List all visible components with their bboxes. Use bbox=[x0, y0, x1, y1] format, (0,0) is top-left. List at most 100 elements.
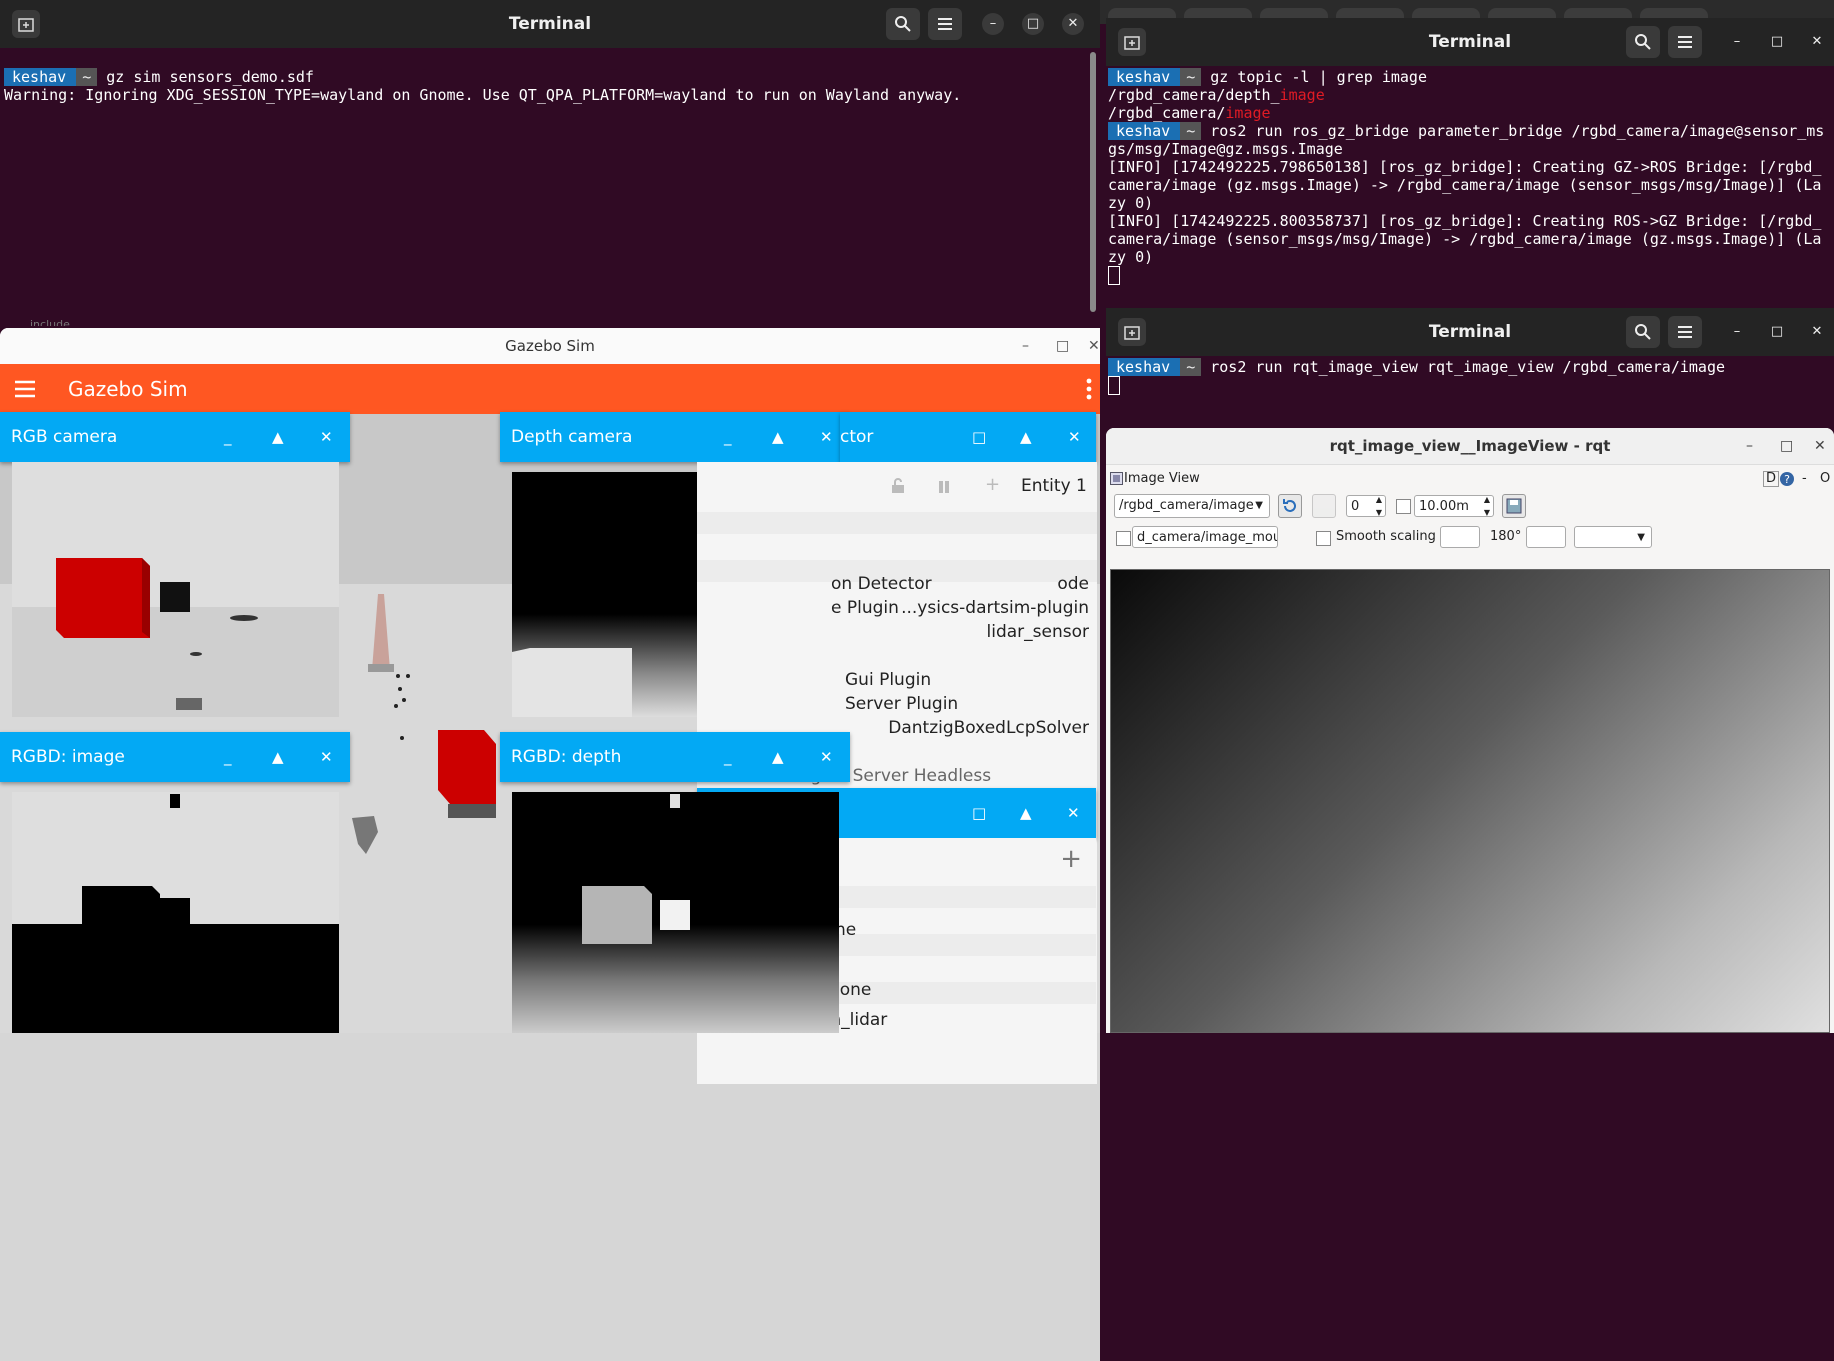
gazebo-appbar: Gazebo Sim bbox=[0, 364, 1100, 414]
command-text: ros2 run rqt_image_view rqt_image_view /… bbox=[1201, 358, 1726, 376]
panel-close-button[interactable]: ✕ bbox=[1068, 412, 1081, 462]
menu-button[interactable] bbox=[1668, 316, 1702, 348]
scrollbar[interactable] bbox=[1090, 52, 1096, 312]
maximize-button[interactable]: □ bbox=[1022, 13, 1044, 35]
dock-button[interactable]: D bbox=[1763, 471, 1780, 487]
panel-collapse-button[interactable]: ▲ bbox=[772, 732, 784, 782]
panel-rgbd-image[interactable]: RGBD: image _ ▲ ✕ bbox=[0, 732, 350, 782]
panel-maximize-button[interactable]: □ bbox=[972, 412, 986, 462]
help-icon[interactable]: ? bbox=[1779, 471, 1795, 487]
search-button[interactable] bbox=[1626, 26, 1660, 58]
panel-rgbd-depth[interactable]: RGBD: depth _ ▲ ✕ bbox=[500, 732, 850, 782]
panel-inspector[interactable]: ctor □ ▲ ✕ bbox=[840, 412, 1096, 462]
pause-icon[interactable] bbox=[937, 480, 951, 494]
panel-close-button[interactable]: ✕ bbox=[1067, 788, 1080, 838]
maximize-button[interactable]: □ bbox=[1780, 428, 1793, 464]
rgbd-depth-view bbox=[512, 792, 839, 1033]
chevron-down-icon: ▼ bbox=[1637, 532, 1645, 543]
terminal-title: Terminal bbox=[1428, 32, 1512, 52]
panel-minimize-button[interactable]: _ bbox=[724, 412, 732, 462]
panel-maximize-button[interactable]: □ bbox=[972, 788, 986, 838]
close-button[interactable]: ✕ bbox=[1088, 328, 1100, 364]
terminal-window-3[interactable]: Terminal – □ ✕ keshav ~ ros2 run rqt_imag… bbox=[1106, 308, 1834, 428]
mouse-topic-input[interactable]: d_camera/image_mouse_left bbox=[1132, 526, 1278, 548]
lock-icon[interactable] bbox=[891, 478, 905, 494]
panel-minimize-button[interactable]: _ bbox=[224, 412, 232, 462]
panel-title: ctor bbox=[840, 427, 874, 447]
info-line: [INFO] [1742492225.798650138] [ros_gz_br… bbox=[1108, 158, 1822, 212]
maximize-button[interactable]: □ bbox=[1056, 328, 1069, 364]
close-button[interactable]: ✕ bbox=[1062, 13, 1084, 35]
svg-text:?: ? bbox=[1784, 473, 1790, 486]
peek-text: include bbox=[30, 318, 70, 326]
minimize-button[interactable]: – bbox=[1022, 328, 1029, 364]
hamburger-icon bbox=[938, 18, 952, 30]
panel-close-button[interactable]: ✕ bbox=[320, 412, 333, 462]
refresh-button[interactable] bbox=[1278, 494, 1302, 518]
terminal-titlebar: Terminal – □ ✕ bbox=[0, 0, 1100, 48]
prompt-user: keshav bbox=[1108, 68, 1181, 86]
close-button[interactable]: ✕ bbox=[1806, 321, 1828, 343]
panel-collapse-button[interactable]: ▲ bbox=[772, 412, 784, 462]
panel-collapse-button[interactable]: ▲ bbox=[1020, 788, 1032, 838]
add-icon[interactable]: + bbox=[985, 474, 1000, 495]
rotate-right-button[interactable] bbox=[1526, 526, 1566, 548]
panel-rgb-camera[interactable]: RGB camera _ ▲ ✕ bbox=[0, 412, 350, 462]
add-entity-icon[interactable]: + bbox=[1060, 844, 1082, 874]
image-display[interactable] bbox=[1110, 569, 1830, 1033]
color-scheme-select[interactable]: ▼ bbox=[1574, 526, 1652, 548]
search-button[interactable] bbox=[1626, 316, 1660, 348]
text-cursor bbox=[1108, 376, 1120, 395]
command-text: gz topic -l | grep image bbox=[1201, 68, 1427, 86]
prompt-user: keshav bbox=[1108, 358, 1181, 376]
topic-select[interactable]: /rgbd_camera/image ▼ bbox=[1114, 494, 1270, 518]
terminal-window-1[interactable]: Terminal – □ ✕ keshav ~ gz sim sensors_de… bbox=[0, 0, 1100, 326]
inspector-row: lidar_sensor bbox=[986, 622, 1089, 642]
zoom-1-button[interactable] bbox=[1312, 494, 1336, 518]
panel-minimize-button[interactable]: _ bbox=[724, 732, 732, 782]
search-icon bbox=[1635, 324, 1651, 340]
panel-collapse-button[interactable]: ▲ bbox=[272, 732, 284, 782]
minimize-button[interactable]: – bbox=[1746, 428, 1753, 464]
close-button[interactable]: ✕ bbox=[1814, 428, 1826, 464]
panel-close-button[interactable]: ✕ bbox=[820, 732, 833, 782]
panel-close-button[interactable]: ✕ bbox=[820, 412, 833, 462]
spin-box[interactable]: 0 ▲ ▼ bbox=[1346, 495, 1386, 517]
maximize-button[interactable]: □ bbox=[1766, 31, 1788, 53]
smooth-scaling-checkbox[interactable] bbox=[1316, 531, 1331, 546]
search-button[interactable] bbox=[886, 8, 920, 40]
prompt-user: keshav bbox=[1108, 122, 1181, 140]
terminal-window-2[interactable]: Terminal – □ ✕ keshav ~ gz topic -l | gre… bbox=[1106, 18, 1834, 308]
panel-minimize-button[interactable]: _ bbox=[224, 732, 232, 782]
minimize-button[interactable]: – bbox=[1726, 31, 1748, 53]
panel-collapse-button[interactable]: ▲ bbox=[272, 412, 284, 462]
minimize-button[interactable]: – bbox=[982, 13, 1004, 35]
close-button[interactable]: ✕ bbox=[1806, 31, 1828, 53]
minimize-button[interactable]: – bbox=[1726, 321, 1748, 343]
menu-button[interactable] bbox=[1668, 26, 1702, 58]
rgbd-image-view bbox=[12, 792, 339, 1033]
panel-close-button[interactable]: ✕ bbox=[320, 732, 333, 782]
rqt-window[interactable]: rqt_image_view__ImageView - rqt – □ ✕ Im… bbox=[1106, 428, 1834, 1033]
refresh-icon bbox=[1283, 499, 1296, 512]
hamburger-icon[interactable] bbox=[14, 379, 36, 399]
chevron-down-icon: ▼ bbox=[1255, 500, 1263, 511]
max-range-input[interactable]: 10.00m ▲ ▼ bbox=[1414, 495, 1494, 517]
panel-depth-camera[interactable]: Depth camera _ ▲ ✕ bbox=[500, 412, 850, 462]
rotate-left-button[interactable] bbox=[1440, 526, 1480, 548]
save-image-button[interactable] bbox=[1502, 494, 1526, 518]
rqt-window-title: rqt_image_view__ImageView - rqt bbox=[1106, 428, 1834, 465]
prompt-user: keshav bbox=[4, 68, 77, 86]
menu-button[interactable] bbox=[928, 8, 962, 40]
prompt-dir: ~ bbox=[1180, 358, 1202, 376]
kebab-menu-icon[interactable] bbox=[1086, 378, 1092, 400]
terminal-output[interactable]: keshav ~ gz topic -l | grep image/rgbd_ca… bbox=[1108, 68, 1830, 308]
options-button[interactable]: O bbox=[1820, 471, 1830, 486]
close-plugin-button[interactable]: - bbox=[1802, 471, 1807, 486]
maximize-button[interactable]: □ bbox=[1766, 321, 1788, 343]
dynamic-range-checkbox[interactable] bbox=[1396, 499, 1411, 514]
panel-collapse-button[interactable]: ▲ bbox=[1020, 412, 1032, 462]
terminal-output[interactable]: keshav ~ ros2 run rqt_image_view rqt_imag… bbox=[1108, 358, 1830, 428]
terminal-output[interactable]: keshav ~ gz sim sensors_demo.sdf Warning: … bbox=[4, 50, 1086, 326]
publish-click-checkbox[interactable] bbox=[1116, 531, 1131, 546]
